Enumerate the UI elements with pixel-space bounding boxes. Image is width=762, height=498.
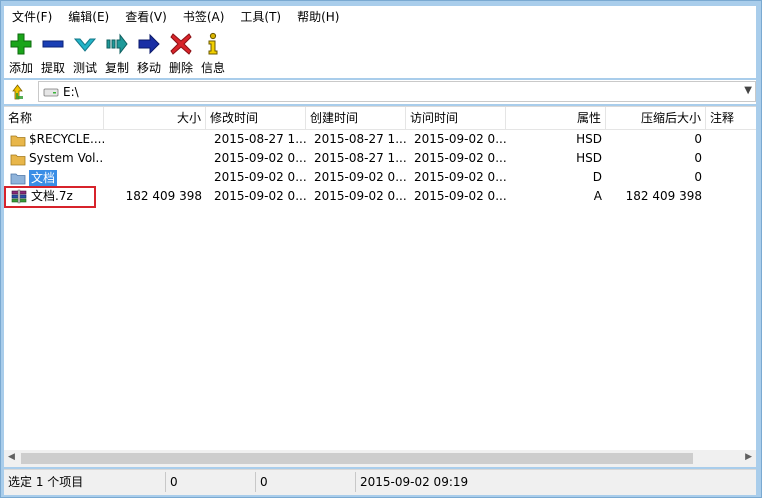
up-folder-button[interactable] [4, 80, 32, 104]
file-attributes: HSD [576, 132, 602, 146]
column-header-attributes[interactable]: 属性 [506, 107, 606, 129]
minus-icon [42, 40, 64, 48]
test-button[interactable]: 测试 [70, 28, 100, 76]
column-header-name[interactable]: 名称 [4, 107, 104, 129]
table-row[interactable]: $RECYCLE.... 2015-08-27 1... 2015-08-27 … [4, 130, 756, 149]
folder-icon [10, 135, 26, 146]
file-name: System Vol... [29, 151, 104, 165]
scroll-right-icon[interactable]: ▶ [745, 452, 752, 462]
file-packed-size: 0 [694, 170, 702, 184]
column-header-modified[interactable]: 修改时间 [206, 107, 306, 129]
column-header-packed-size[interactable]: 压缩后大小 [606, 107, 706, 129]
file-accessed: 2015-09-02 0... [414, 189, 506, 203]
check-icon [73, 38, 97, 52]
file-created: 2015-09-02 0... [314, 189, 406, 203]
column-header-comment[interactable]: 注释 [706, 107, 756, 129]
column-header-accessed[interactable]: 访问时间 [406, 107, 506, 129]
horizontal-scrollbar[interactable]: ◀ ▶ [4, 450, 756, 467]
file-attributes: A [593, 189, 602, 203]
info-label: 信息 [200, 61, 225, 75]
scrollbar-thumb[interactable] [21, 453, 693, 464]
file-accessed: 2015-09-02 0... [414, 132, 506, 146]
file-modified: 2015-09-02 0... [214, 189, 306, 203]
plus-icon [10, 33, 32, 55]
file-size: 182 409 398 [125, 189, 202, 203]
extract-label: 提取 [40, 61, 65, 75]
menu-help[interactable]: 帮助(H) [289, 6, 347, 28]
file-packed-size: 0 [694, 151, 702, 165]
file-accessed: 2015-09-02 0... [414, 170, 506, 184]
menu-bookmarks[interactable]: 书签(A) [175, 6, 233, 28]
address-bar: E:\ ▼ [4, 80, 756, 104]
delete-button[interactable]: 删除 [166, 28, 196, 76]
annotation-highlight-box [4, 186, 96, 208]
folder-icon [10, 154, 26, 165]
address-combobox[interactable]: E:\ ▼ [38, 81, 756, 102]
file-size [104, 130, 206, 149]
file-name: 文档 [29, 169, 58, 186]
info-icon [208, 32, 218, 55]
file-created: 2015-08-27 1... [314, 151, 406, 165]
file-created: 2015-08-27 1... [314, 132, 406, 146]
delete-label: 删除 [168, 61, 193, 75]
table-row[interactable]: System Vol... 2015-09-02 0... 2015-08-27… [4, 149, 756, 168]
file-created: 2015-09-02 0... [314, 170, 406, 184]
status-packed: 0 [258, 472, 356, 492]
test-label: 测试 [72, 61, 97, 75]
table-row[interactable]: 文档.7z 182 409 398 2015-09-02 0... 2015-0… [4, 187, 756, 206]
table-row[interactable]: 文档 2015-09-02 0... 2015-09-02 0... 2015-… [4, 168, 756, 187]
file-size [104, 168, 206, 187]
file-attributes: D [592, 170, 602, 184]
file-name: $RECYCLE.... [29, 132, 104, 146]
file-modified: 2015-09-02 0... [214, 170, 306, 184]
scroll-left-icon[interactable]: ◀ [8, 452, 15, 462]
file-size [104, 149, 206, 168]
menu-file[interactable]: 文件(F) [4, 6, 60, 28]
status-modified: 2015-09-02 09:19 [360, 475, 469, 489]
file-packed-size: 0 [694, 132, 702, 146]
menu-view[interactable]: 查看(V) [117, 6, 175, 28]
file-modified: 2015-09-02 0... [214, 151, 306, 165]
copy-button[interactable]: 复制 [102, 28, 132, 76]
copy-arrow-icon [106, 33, 128, 55]
menu-edit[interactable]: 编辑(E) [60, 6, 117, 28]
add-button[interactable]: 添加 [6, 28, 36, 76]
chevron-down-icon[interactable]: ▼ [744, 85, 752, 96]
status-selection: 选定 1 个项目 [6, 472, 166, 492]
add-label: 添加 [8, 61, 33, 75]
file-accessed: 2015-09-02 0... [414, 151, 506, 165]
move-button[interactable]: 移动 [134, 28, 164, 76]
column-header-row: 名称 大小 修改时间 创建时间 访问时间 属性 压缩后大小 注释 [4, 107, 756, 130]
file-modified: 2015-08-27 1... [214, 132, 306, 146]
move-label: 移动 [136, 61, 161, 75]
file-attributes: HSD [576, 151, 602, 165]
up-arrow-icon [12, 84, 23, 100]
extract-button[interactable]: 提取 [38, 28, 68, 76]
column-header-created[interactable]: 创建时间 [306, 107, 406, 129]
drive-icon [43, 88, 59, 97]
address-path: E:\ [63, 84, 79, 99]
menu-bar: 文件(F) 编辑(E) 查看(V) 书签(A) 工具(T) 帮助(H) [4, 6, 756, 28]
toolbar: 添加 提取 测试 复制 移动 删除 信息 [4, 28, 756, 78]
info-button[interactable]: 信息 [198, 28, 228, 76]
column-header-size[interactable]: 大小 [104, 107, 206, 129]
file-packed-size: 182 409 398 [625, 189, 702, 203]
folder-blue-icon [10, 173, 26, 184]
file-list: 名称 大小 修改时间 创建时间 访问时间 属性 压缩后大小 注释 $RECYCL… [4, 106, 756, 451]
delete-x-icon [170, 33, 192, 55]
copy-label: 复制 [104, 61, 129, 75]
status-bar: 选定 1 个项目 0 0 2015-09-02 09:19 [4, 469, 756, 495]
move-arrow-icon [138, 33, 160, 55]
status-size: 0 [168, 472, 256, 492]
menu-tools[interactable]: 工具(T) [232, 6, 289, 28]
